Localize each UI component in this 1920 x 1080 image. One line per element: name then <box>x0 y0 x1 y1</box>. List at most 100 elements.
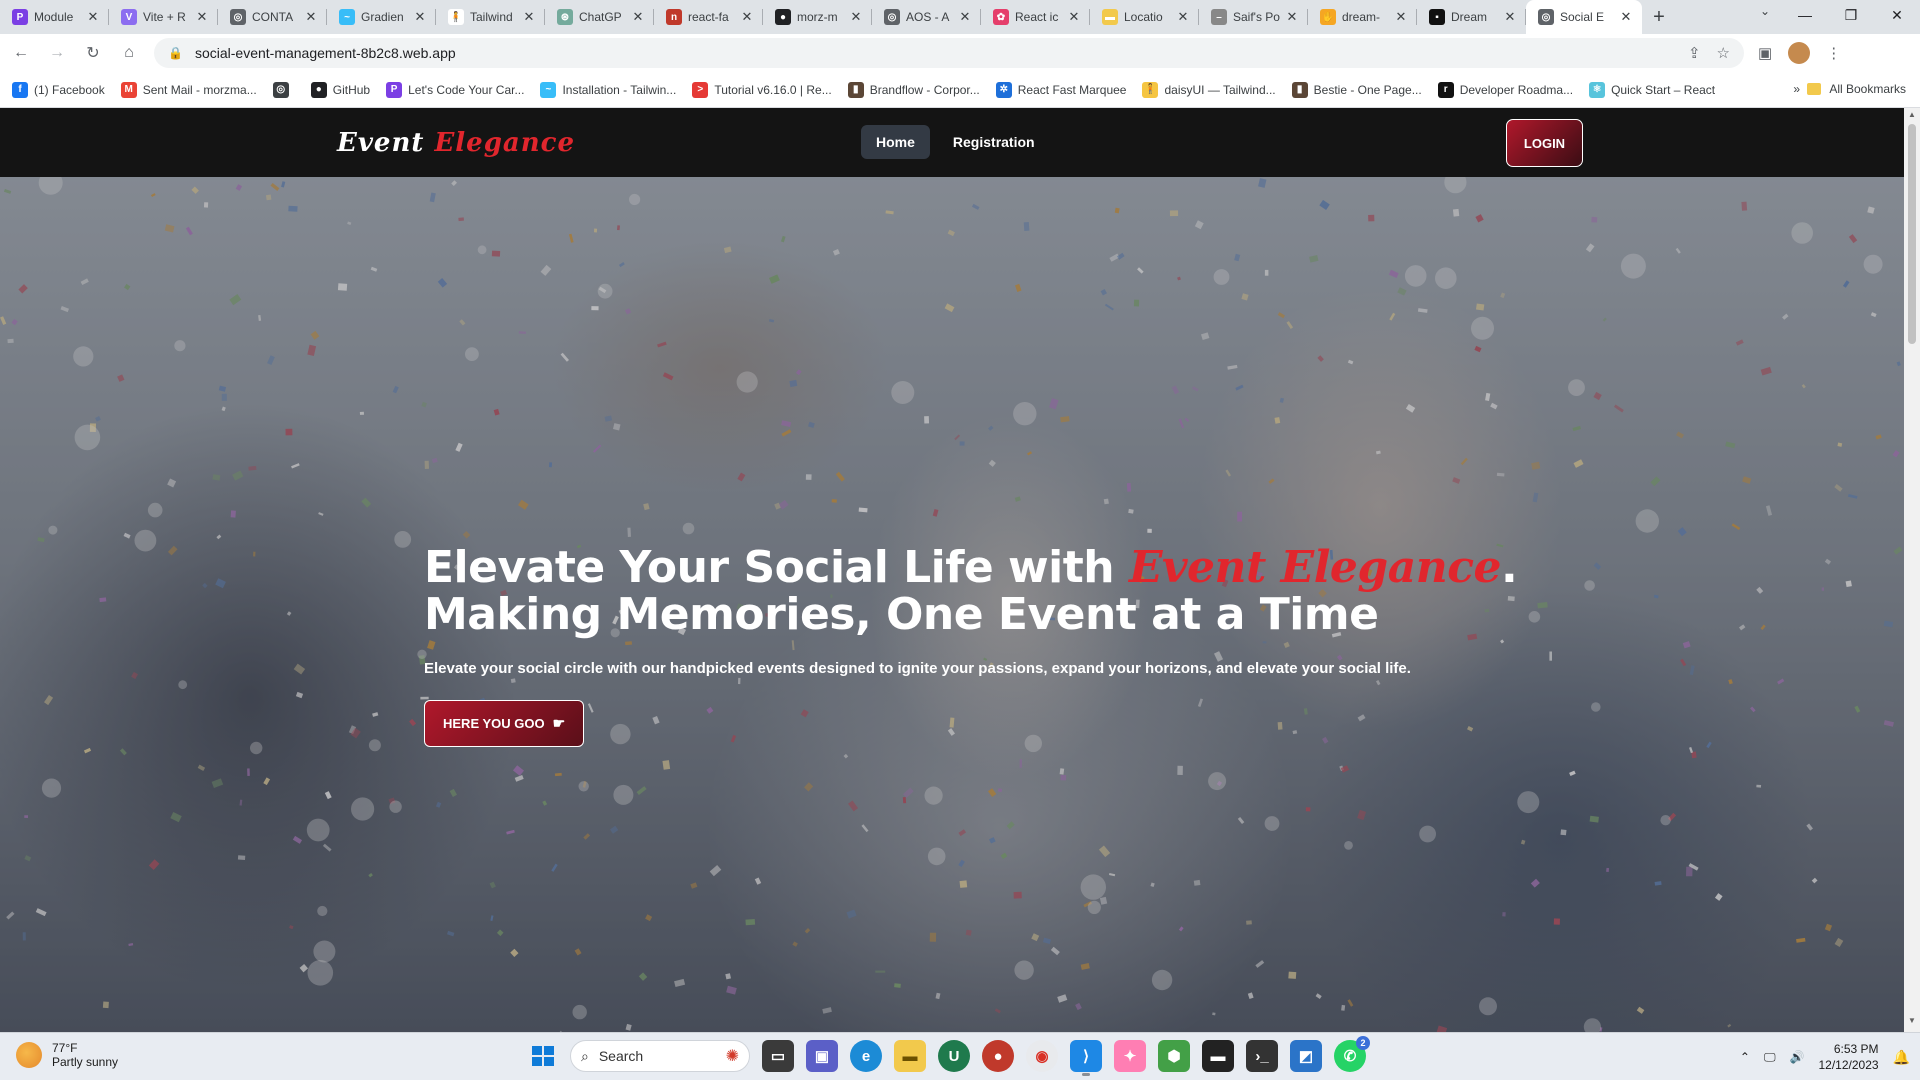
bookmark-item[interactable]: ▮ Brandflow - Corpor... <box>847 81 980 98</box>
scroll-up-arrow-icon[interactable]: ▲ <box>1904 110 1920 124</box>
upwork-icon[interactable]: U <box>938 1040 970 1072</box>
close-tab-icon[interactable]: ✕ <box>303 9 319 25</box>
menu-kebab-icon[interactable]: ⋮ <box>1826 44 1841 62</box>
nav-registration-link[interactable]: Registration <box>938 125 1050 159</box>
photos-icon[interactable]: ◩ <box>1290 1040 1322 1072</box>
tab[interactable]: V Vite + R ✕ <box>109 0 218 34</box>
volume-icon[interactable]: 🔊 <box>1790 1050 1805 1064</box>
tab[interactable]: ✋ dream- ✕ <box>1308 0 1417 34</box>
close-tab-icon[interactable]: ✕ <box>1066 9 1082 25</box>
close-tab-icon[interactable]: ✕ <box>85 9 101 25</box>
scroll-down-arrow-icon[interactable]: ▼ <box>1904 1016 1920 1030</box>
vscode-icon[interactable]: ⟩ <box>1070 1040 1102 1076</box>
tab[interactable]: n react-fa ✕ <box>654 0 763 34</box>
forward-arrow-icon[interactable]: → <box>42 38 72 68</box>
address-bar[interactable]: 🔒 social-event-management-8b2c8.web.app … <box>154 38 1744 68</box>
minimize-button[interactable]: — <box>1782 0 1828 30</box>
tab[interactable]: ◎ CONTA ✕ <box>218 0 327 34</box>
taskbar-apps: ⌕ Search ✺ ▭ ▣ e ▬ U ● ◉ ⟩ ✦ ⬢ ▬ ›_ ◩ ✆ 2 <box>526 1036 1370 1076</box>
edge-browser-icon[interactable]: e <box>850 1040 882 1072</box>
taskbar-clock[interactable]: 6:53 PM 12/12/2023 <box>1819 1041 1879 1073</box>
tab[interactable]: ✿ React ic ✕ <box>981 0 1090 34</box>
close-tab-icon[interactable]: ✕ <box>957 9 973 25</box>
tab-title: dream- <box>1342 10 1381 24</box>
bookmark-favicon-icon: ● <box>310 81 327 98</box>
login-button[interactable]: LOGIN <box>1506 119 1583 167</box>
tab[interactable]: ◎ AOS - A ✕ <box>872 0 981 34</box>
bookmark-star-icon[interactable]: ☆ <box>1717 44 1730 62</box>
figma-icon[interactable]: ✦ <box>1114 1040 1146 1072</box>
page-scrollbar[interactable]: ▲ ▼ <box>1904 108 1920 1032</box>
teams-chat-icon[interactable]: ▣ <box>806 1040 838 1072</box>
bookmark-item[interactable]: M Sent Mail - morzma... <box>120 81 257 98</box>
reload-icon[interactable]: ↻ <box>78 38 108 68</box>
close-tab-icon[interactable]: ✕ <box>412 9 428 25</box>
site-logo[interactable]: Event Elegance <box>337 128 575 158</box>
tab[interactable]: ▪ Dream ✕ <box>1417 0 1526 34</box>
bookmark-item[interactable]: f (1) Facebook <box>12 81 105 98</box>
profile-avatar[interactable] <box>1788 42 1811 64</box>
taskbar-search[interactable]: ⌕ Search ✺ <box>570 1040 750 1072</box>
side-panel-icon[interactable]: ▣ <box>1758 44 1772 62</box>
bookmark-item[interactable]: r Developer Roadma... <box>1437 81 1574 98</box>
task-view-icon[interactable]: ▭ <box>762 1040 794 1072</box>
tab[interactable]: P Module ✕ <box>0 0 109 34</box>
close-tab-icon[interactable]: ✕ <box>1284 9 1300 25</box>
bookmark-item[interactable]: ~ Installation - Tailwin... <box>540 81 676 98</box>
close-window-button[interactable]: ✕ <box>1874 0 1920 30</box>
nodejs-icon[interactable]: ⬢ <box>1158 1040 1190 1072</box>
all-bookmarks-button[interactable]: All Bookmarks <box>1807 82 1906 96</box>
tab[interactable]: ⊛ ChatGP ✕ <box>545 0 654 34</box>
whatsapp-icon[interactable]: ✆ 2 <box>1334 1036 1370 1072</box>
close-tab-icon[interactable]: ✕ <box>630 9 646 25</box>
close-tab-icon[interactable]: ✕ <box>194 9 210 25</box>
lock-icon[interactable]: 🔒 <box>168 46 183 60</box>
home-icon[interactable]: ⌂ <box>114 38 144 68</box>
bookmark-item[interactable]: ▮ Bestie - One Page... <box>1291 81 1422 98</box>
close-tab-icon[interactable]: ✕ <box>1618 9 1634 25</box>
folder-icon <box>1807 83 1822 95</box>
bookmarks-overflow-chevron-icon[interactable]: » <box>1793 82 1800 96</box>
close-tab-icon[interactable]: ✕ <box>1175 9 1191 25</box>
notification-bell-icon[interactable]: 🔔 <box>1893 1049 1910 1066</box>
tab-title: Social E <box>1560 10 1605 24</box>
chrome-icon[interactable]: ◉ <box>1026 1040 1058 1072</box>
command-prompt-icon[interactable]: ›_ <box>1246 1040 1278 1072</box>
app-red-icon[interactable]: ● <box>982 1040 1014 1072</box>
bookmark-item[interactable]: ⚛ Quick Start – React <box>1589 81 1715 98</box>
tab[interactable]: ~ Gradien ✕ <box>327 0 436 34</box>
close-tab-icon[interactable]: ✕ <box>521 9 537 25</box>
tray-chevron-up-icon[interactable]: ⌃ <box>1740 1050 1750 1064</box>
bookmark-item[interactable]: ◎ <box>272 81 295 98</box>
bookmark-item[interactable]: > Tutorial v6.16.0 | Re... <box>692 81 832 98</box>
bookmark-item[interactable]: 🧍 daisyUI — Tailwind... <box>1142 81 1276 98</box>
close-tab-icon[interactable]: ✕ <box>1393 9 1409 25</box>
windows-start-icon[interactable] <box>526 1040 558 1072</box>
close-tab-icon[interactable]: ✕ <box>1502 9 1518 25</box>
address-url[interactable]: social-event-management-8b2c8.web.app <box>195 45 456 61</box>
terminal-icon[interactable]: ▬ <box>1202 1040 1234 1072</box>
bookmark-item[interactable]: ✲ React Fast Marquee <box>995 81 1126 98</box>
tab-search-chevron-icon[interactable]: ⌄ <box>1760 4 1770 18</box>
bookmark-item[interactable]: ● GitHub <box>310 81 370 98</box>
back-arrow-icon[interactable]: ← <box>6 38 36 68</box>
file-explorer-icon[interactable]: ▬ <box>894 1040 926 1072</box>
close-tab-icon[interactable]: ✕ <box>739 9 755 25</box>
scrollbar-thumb[interactable] <box>1908 124 1916 344</box>
tab-active[interactable]: ◎ Social E ✕ <box>1526 0 1642 34</box>
close-tab-icon[interactable]: ✕ <box>848 9 864 25</box>
network-icon[interactable]: 🖵 <box>1764 1050 1776 1065</box>
nav-home-link[interactable]: Home <box>861 125 930 159</box>
tab[interactable]: ▬ Locatio ✕ <box>1090 0 1199 34</box>
share-icon[interactable]: ⇪ <box>1688 44 1701 62</box>
weather-widget[interactable]: 77°F Partly sunny <box>16 1041 118 1069</box>
bookmark-label: Developer Roadma... <box>1459 82 1574 97</box>
hero-subtitle: Elevate your social circle with our hand… <box>424 660 1411 677</box>
here-you-goo-button[interactable]: HERE YOU GOO ☛ <box>424 700 585 747</box>
tab[interactable]: – Saif's Po ✕ <box>1199 0 1308 34</box>
tab[interactable]: ● morz-m ✕ <box>763 0 872 34</box>
new-tab-button[interactable]: + <box>1642 0 1676 34</box>
bookmark-item[interactable]: P Let's Code Your Car... <box>386 81 524 98</box>
tab[interactable]: 🧍 Tailwind ✕ <box>436 0 545 34</box>
maximize-button[interactable]: ❐ <box>1828 0 1874 30</box>
